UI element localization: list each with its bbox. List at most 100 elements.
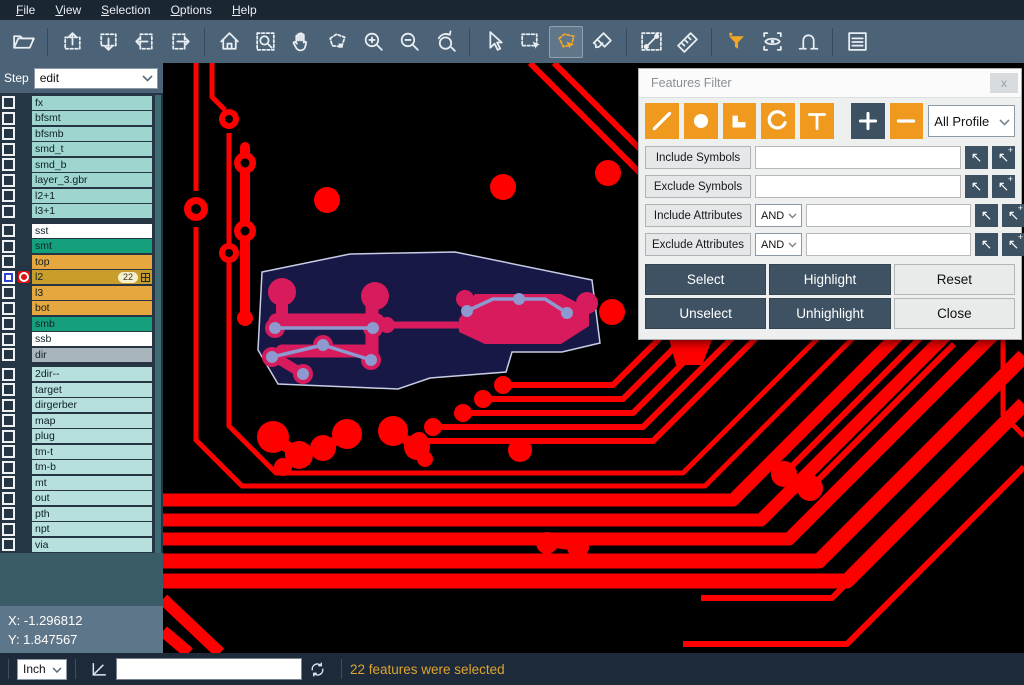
layer-name[interactable]: smb: [32, 317, 152, 331]
layer-name[interactable]: via: [32, 538, 152, 552]
highlight-button[interactable]: Highlight: [769, 264, 890, 295]
layer-checkbox[interactable]: [2, 224, 15, 237]
layer-name[interactable]: 2dir--: [32, 367, 152, 381]
layer-name[interactable]: tm-b: [32, 460, 152, 474]
angle-measure-icon[interactable]: [90, 659, 110, 679]
layer-checkbox[interactable]: [2, 205, 15, 218]
features-filter-icon[interactable]: [719, 26, 753, 58]
include-symbols-button[interactable]: Include Symbols: [645, 146, 751, 169]
layer-name[interactable]: plug: [32, 429, 152, 443]
command-input[interactable]: [116, 658, 302, 680]
pick-arrow-button[interactable]: ↖: [965, 146, 988, 169]
layer-name[interactable]: sst: [32, 224, 152, 238]
zoom-polygon-icon[interactable]: [320, 26, 354, 58]
filter-value-input[interactable]: [755, 146, 961, 169]
pick-arrow-add-button[interactable]: ↖+: [1002, 233, 1024, 256]
layer-checkbox[interactable]: [2, 476, 15, 489]
measure-ruler-icon[interactable]: [670, 26, 704, 58]
layer-name[interactable]: l222: [32, 270, 152, 284]
filter-value-input[interactable]: [806, 233, 971, 256]
work-layer-indicator[interactable]: [16, 271, 32, 283]
menu-options[interactable]: Options: [161, 0, 222, 20]
close-button[interactable]: Close: [894, 298, 1015, 329]
layer-checkbox[interactable]: [2, 445, 15, 458]
layer-name[interactable]: bfsmb: [32, 127, 152, 141]
layer-checkbox[interactable]: [2, 189, 15, 202]
select-rectangle-icon[interactable]: [513, 26, 547, 58]
profile-select[interactable]: All Profile: [928, 105, 1015, 137]
pan-right-icon[interactable]: [163, 26, 197, 58]
measure-distance-icon[interactable]: [634, 26, 668, 58]
open-folder-icon[interactable]: [6, 26, 40, 58]
pan-left-icon[interactable]: [127, 26, 161, 58]
include-attributes-button[interactable]: Include Attributes: [645, 204, 751, 227]
exclude-attributes-button[interactable]: Exclude Attributes: [645, 233, 751, 256]
filter-value-input[interactable]: [806, 204, 971, 227]
layer-checkbox[interactable]: [2, 112, 15, 125]
layer-name[interactable]: top: [32, 255, 152, 269]
layer-checkbox[interactable]: [2, 368, 15, 381]
pan-down-icon[interactable]: [91, 26, 125, 58]
layer-checkbox[interactable]: [2, 399, 15, 412]
menu-help[interactable]: Help: [222, 0, 267, 20]
layer-name[interactable]: dir: [32, 348, 152, 362]
layer-name[interactable]: out: [32, 491, 152, 505]
layer-name[interactable]: ssb: [32, 332, 152, 346]
unit-select[interactable]: Inch: [17, 659, 67, 680]
layer-name[interactable]: layer_3.gbr: [32, 173, 152, 187]
layer-name[interactable]: target: [32, 383, 152, 397]
layer-checkbox[interactable]: [2, 461, 15, 474]
layer-checkbox[interactable]: [2, 348, 15, 361]
reset-button[interactable]: Reset: [894, 264, 1015, 295]
layer-checkbox[interactable]: [2, 255, 15, 268]
close-icon[interactable]: x: [990, 73, 1018, 93]
layer-checkbox[interactable]: [2, 158, 15, 171]
layer-checkbox[interactable]: [2, 127, 15, 140]
text-icon[interactable]: [800, 103, 834, 139]
layer-name[interactable]: smd_b: [32, 158, 152, 172]
menu-file[interactable]: File: [6, 0, 45, 20]
layer-checkbox[interactable]: [2, 96, 15, 109]
layer-name[interactable]: smt: [32, 239, 152, 253]
layer-name[interactable]: fx: [32, 96, 152, 110]
pick-arrow-button[interactable]: ↖: [965, 175, 988, 198]
sync-icon[interactable]: [308, 660, 327, 679]
layers-list-icon[interactable]: [840, 26, 874, 58]
select-button[interactable]: Select: [645, 264, 766, 295]
line-icon[interactable]: [645, 103, 679, 139]
layer-name[interactable]: l2+1: [32, 189, 152, 203]
select-polygon-icon[interactable]: [549, 26, 583, 58]
layer-checkbox[interactable]: [2, 302, 15, 315]
layer-name[interactable]: bot: [32, 301, 152, 315]
and-or-select[interactable]: AND: [755, 233, 802, 256]
layer-list-scrollbar[interactable]: [155, 95, 161, 553]
layer-checkbox[interactable]: [2, 240, 15, 253]
layer-checkbox[interactable]: [2, 317, 15, 330]
layer-checkbox[interactable]: [2, 333, 15, 346]
layer-checkbox[interactable]: [2, 523, 15, 536]
zoom-previous-icon[interactable]: [428, 26, 462, 58]
and-or-select[interactable]: AND: [755, 204, 802, 227]
step-select[interactable]: edit: [34, 68, 158, 89]
pick-arrow-button[interactable]: ↖: [975, 204, 998, 227]
layer-name[interactable]: bfsmt: [32, 111, 152, 125]
pick-arrow-add-button[interactable]: ↖+: [992, 175, 1015, 198]
layer-name[interactable]: npt: [32, 522, 152, 536]
pan-up-icon[interactable]: [55, 26, 89, 58]
plus-icon[interactable]: [851, 103, 885, 139]
clear-highlight-icon[interactable]: [585, 26, 619, 58]
layer-checkbox[interactable]: [2, 414, 15, 427]
select-cursor-icon[interactable]: [477, 26, 511, 58]
pick-arrow-add-button[interactable]: ↖+: [992, 146, 1015, 169]
dialog-title-bar[interactable]: Features Filter x: [639, 69, 1021, 98]
zoom-in-icon[interactable]: [356, 26, 390, 58]
home-icon[interactable]: [212, 26, 246, 58]
zoom-out-icon[interactable]: [392, 26, 426, 58]
layer-checkbox[interactable]: [2, 538, 15, 551]
layer-checkbox[interactable]: [2, 383, 15, 396]
filter-value-input[interactable]: [755, 175, 961, 198]
unhighlight-button[interactable]: Unhighlight: [769, 298, 890, 329]
layer-name[interactable]: map: [32, 414, 152, 428]
pick-arrow-add-button[interactable]: ↖+: [1002, 204, 1024, 227]
layer-name[interactable]: l3: [32, 286, 152, 300]
